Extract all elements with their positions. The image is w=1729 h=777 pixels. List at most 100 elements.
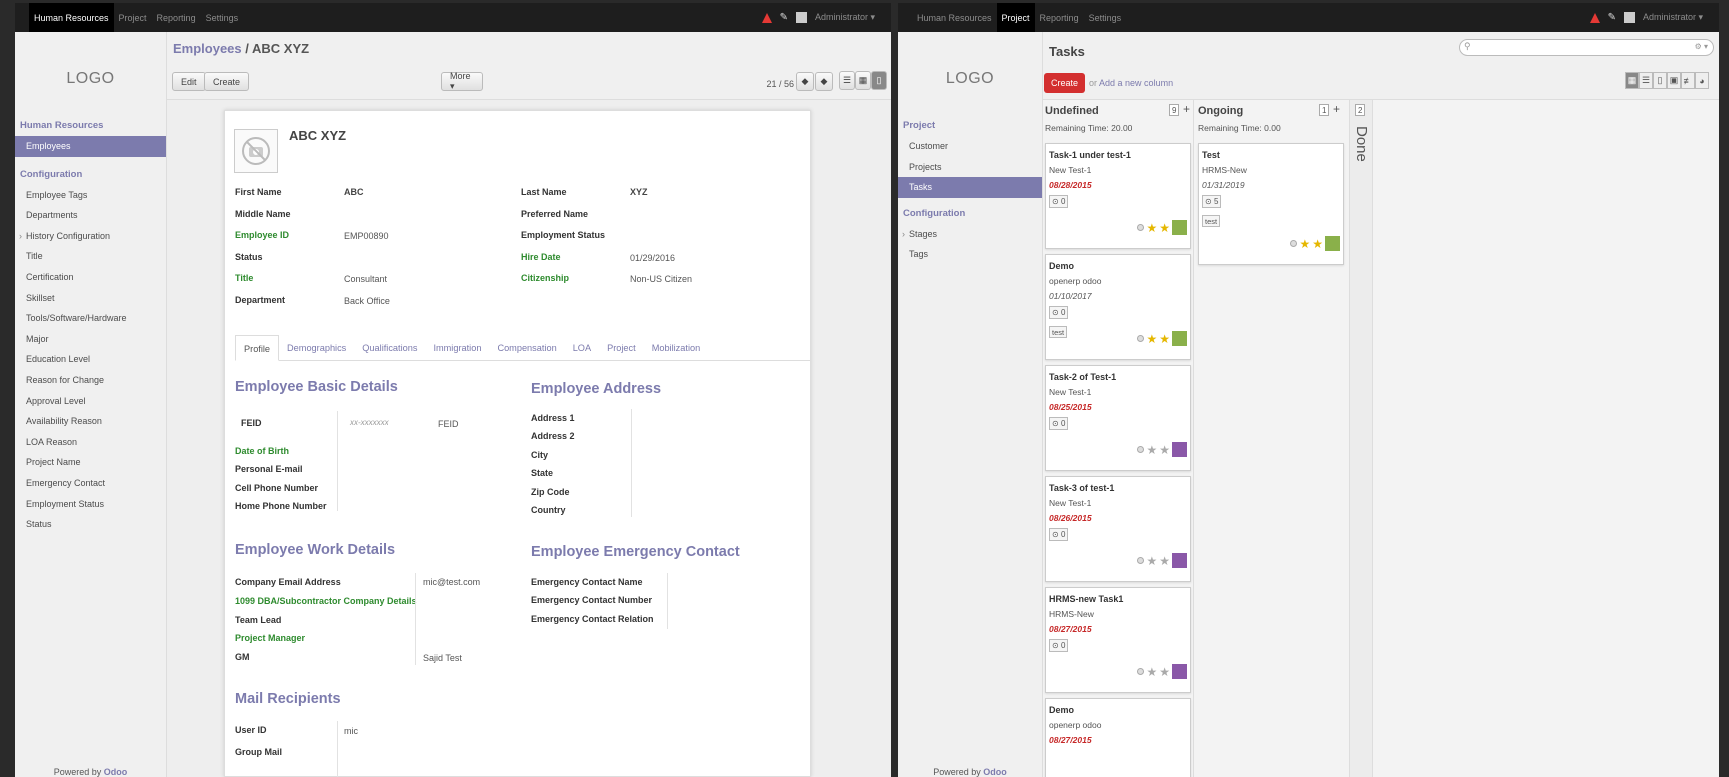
status-dot-icon[interactable] xyxy=(1137,446,1145,453)
sidebar-item-major[interactable]: Major xyxy=(15,329,166,350)
hire-date-value[interactable]: 01/29/2016 xyxy=(630,253,675,263)
gm-value[interactable]: Sajid Test xyxy=(423,653,462,663)
status-dot-icon[interactable] xyxy=(1137,557,1145,564)
sidebar-item-tags[interactable]: Tags xyxy=(898,244,1042,265)
sidebar-item-availability-reason[interactable]: Availability Reason xyxy=(15,411,166,432)
menu-reporting[interactable]: Reporting xyxy=(1035,3,1084,32)
gantt-view-button[interactable]: ≢ xyxy=(1681,72,1695,89)
priority-star-icon[interactable]: ★ xyxy=(1146,444,1157,456)
form-view-button[interactable]: ▯ xyxy=(871,71,887,90)
sidebar-item-tasks[interactable]: Tasks xyxy=(898,177,1042,198)
sidebar-item-customer[interactable]: Customer xyxy=(898,136,1042,157)
task-card[interactable]: Task-2 of Test-1 New Test-1 08/25/2015 ⊙ 0 ★… xyxy=(1045,365,1191,471)
priority-star-icon[interactable]: ★ xyxy=(1159,666,1170,678)
tab-immigration[interactable]: Immigration xyxy=(425,335,489,361)
priority-star-icon[interactable]: ★ xyxy=(1146,333,1157,345)
calendar-view-button[interactable]: ▣ xyxy=(1667,72,1681,89)
user-menu[interactable]: Administrator ▾ xyxy=(815,12,875,23)
employee-photo[interactable] xyxy=(234,129,278,173)
chat-icon[interactable]: ✎ xyxy=(780,12,788,23)
user-id-value[interactable]: mic xyxy=(344,726,358,736)
task-card[interactable]: Task-1 under test-1 New Test-1 08/28/2015 ⊙… xyxy=(1045,143,1191,249)
menu-settings[interactable]: Settings xyxy=(1084,3,1127,32)
add-card-undefined-button[interactable]: + xyxy=(1183,102,1190,116)
kanban-view-button[interactable]: ▦ xyxy=(855,71,871,90)
priority-star-icon[interactable]: ★ xyxy=(1146,222,1157,234)
citizenship-value[interactable]: Non-US Citizen xyxy=(630,274,692,284)
tab-project[interactable]: Project xyxy=(599,335,644,361)
list-view-button[interactable]: ☰ xyxy=(839,71,855,90)
sidebar-item-status[interactable]: Status xyxy=(15,514,166,535)
chat-icon[interactable]: ✎ xyxy=(1608,12,1616,23)
priority-star-icon[interactable]: ★ xyxy=(1159,555,1170,567)
priority-star-icon[interactable]: ★ xyxy=(1312,238,1323,250)
breadcrumb-employees[interactable]: Employees xyxy=(173,41,242,56)
sidebar-item-certification[interactable]: Certification xyxy=(15,267,166,288)
sidebar-item-title[interactable]: Title xyxy=(15,246,166,267)
task-card[interactable]: Test HRMS-New 01/31/2019 ⊙ 5 test ★ ★ xyxy=(1198,143,1344,265)
tab-mobilization[interactable]: Mobilization xyxy=(644,335,709,361)
department-value[interactable]: Back Office xyxy=(344,296,390,306)
sidebar-item-departments[interactable]: Departments xyxy=(15,205,166,226)
tab-demographics[interactable]: Demographics xyxy=(279,335,354,361)
status-dot-icon[interactable] xyxy=(1137,335,1145,342)
task-card[interactable]: HRMS-new Task1 HRMS-New 08/27/2015 ⊙ 0 ★ ★ xyxy=(1045,587,1191,693)
sidebar-item-employees[interactable]: Employees xyxy=(15,136,166,157)
add-card-ongoing-button[interactable]: + xyxy=(1333,102,1340,116)
kanban-view-button[interactable]: ▦ xyxy=(1625,72,1639,89)
create-button[interactable]: Create xyxy=(204,72,250,91)
tab-loa[interactable]: LOA xyxy=(565,335,599,361)
add-column-link[interactable]: Add a new column xyxy=(1099,78,1173,88)
tab-qualifications[interactable]: Qualifications xyxy=(354,335,425,361)
menu-reporting[interactable]: Reporting xyxy=(152,3,201,32)
user-menu[interactable]: Administrator ▾ xyxy=(1643,12,1703,23)
sidebar-item-skillset[interactable]: Skillset xyxy=(15,288,166,309)
warning-icon[interactable] xyxy=(1589,12,1600,23)
last-name-value[interactable]: XYZ xyxy=(630,187,648,197)
task-card[interactable]: Demo openerp odoo 08/27/2015 xyxy=(1045,698,1191,777)
menu-settings[interactable]: Settings xyxy=(201,3,244,32)
menu-human-resources[interactable]: Human Resources xyxy=(912,3,997,32)
graph-view-button[interactable]: ◕ xyxy=(1695,72,1709,89)
priority-star-icon[interactable]: ★ xyxy=(1159,222,1170,234)
sidebar-item-loa-reason[interactable]: LOA Reason xyxy=(15,432,166,453)
employee-id-value[interactable]: EMP00890 xyxy=(344,231,389,241)
sidebar-item-reason-for-change[interactable]: Reason for Change xyxy=(15,370,166,391)
sidebar-item-tools[interactable]: Tools/Software/Hardware xyxy=(15,308,166,329)
first-name-value[interactable]: ABC xyxy=(344,187,364,197)
sidebar-item-approval-level[interactable]: Approval Level xyxy=(15,391,166,412)
feid-input[interactable]: xx-xxxxxxx xyxy=(350,418,389,427)
menu-project[interactable]: Project xyxy=(996,3,1035,32)
list-view-button[interactable]: ☰ xyxy=(1639,72,1653,89)
title-value[interactable]: Consultant xyxy=(344,274,387,284)
priority-star-icon[interactable]: ★ xyxy=(1146,666,1157,678)
edit-button[interactable]: Edit xyxy=(172,72,206,91)
previous-record-button[interactable]: ◆ xyxy=(796,72,814,91)
more-button[interactable]: More ▾ xyxy=(441,71,483,91)
priority-star-icon[interactable]: ★ xyxy=(1146,555,1157,567)
task-card[interactable]: Task-3 of test-1 New Test-1 08/26/2015 ⊙ 0 ★… xyxy=(1045,476,1191,582)
search-options-icon[interactable]: ⚙ ▾ xyxy=(1695,42,1708,51)
status-dot-icon[interactable] xyxy=(1137,224,1145,231)
sidebar-item-stages[interactable]: Stages xyxy=(898,224,1042,245)
warning-icon[interactable] xyxy=(761,12,772,23)
sidebar-item-emergency-contact[interactable]: Emergency Contact xyxy=(15,473,166,494)
priority-star-icon[interactable]: ★ xyxy=(1159,333,1170,345)
sidebar-item-education-level[interactable]: Education Level xyxy=(15,349,166,370)
sidebar-item-projects[interactable]: Projects xyxy=(898,157,1042,178)
sidebar-item-project-name[interactable]: Project Name xyxy=(15,452,166,473)
tab-compensation[interactable]: Compensation xyxy=(489,335,564,361)
next-record-button[interactable]: ◆ xyxy=(815,72,833,91)
tab-profile[interactable]: Profile xyxy=(235,335,280,361)
task-card[interactable]: Demo openerp odoo 01/10/2017 ⊙ 0 test ★ ★ xyxy=(1045,254,1191,360)
priority-star-icon[interactable]: ★ xyxy=(1159,444,1170,456)
odoo-link[interactable]: Odoo xyxy=(983,767,1007,777)
search-input[interactable]: ⚲ ⚙ ▾ xyxy=(1459,39,1714,56)
menu-project[interactable]: Project xyxy=(114,3,152,32)
priority-star-icon[interactable]: ★ xyxy=(1299,238,1310,250)
status-dot-icon[interactable] xyxy=(1290,240,1298,247)
form-view-button[interactable]: ▯ xyxy=(1653,72,1667,89)
done-column-folded[interactable]: 2 Done xyxy=(1349,100,1373,777)
status-dot-icon[interactable] xyxy=(1137,668,1145,675)
odoo-link[interactable]: Odoo xyxy=(104,767,128,777)
